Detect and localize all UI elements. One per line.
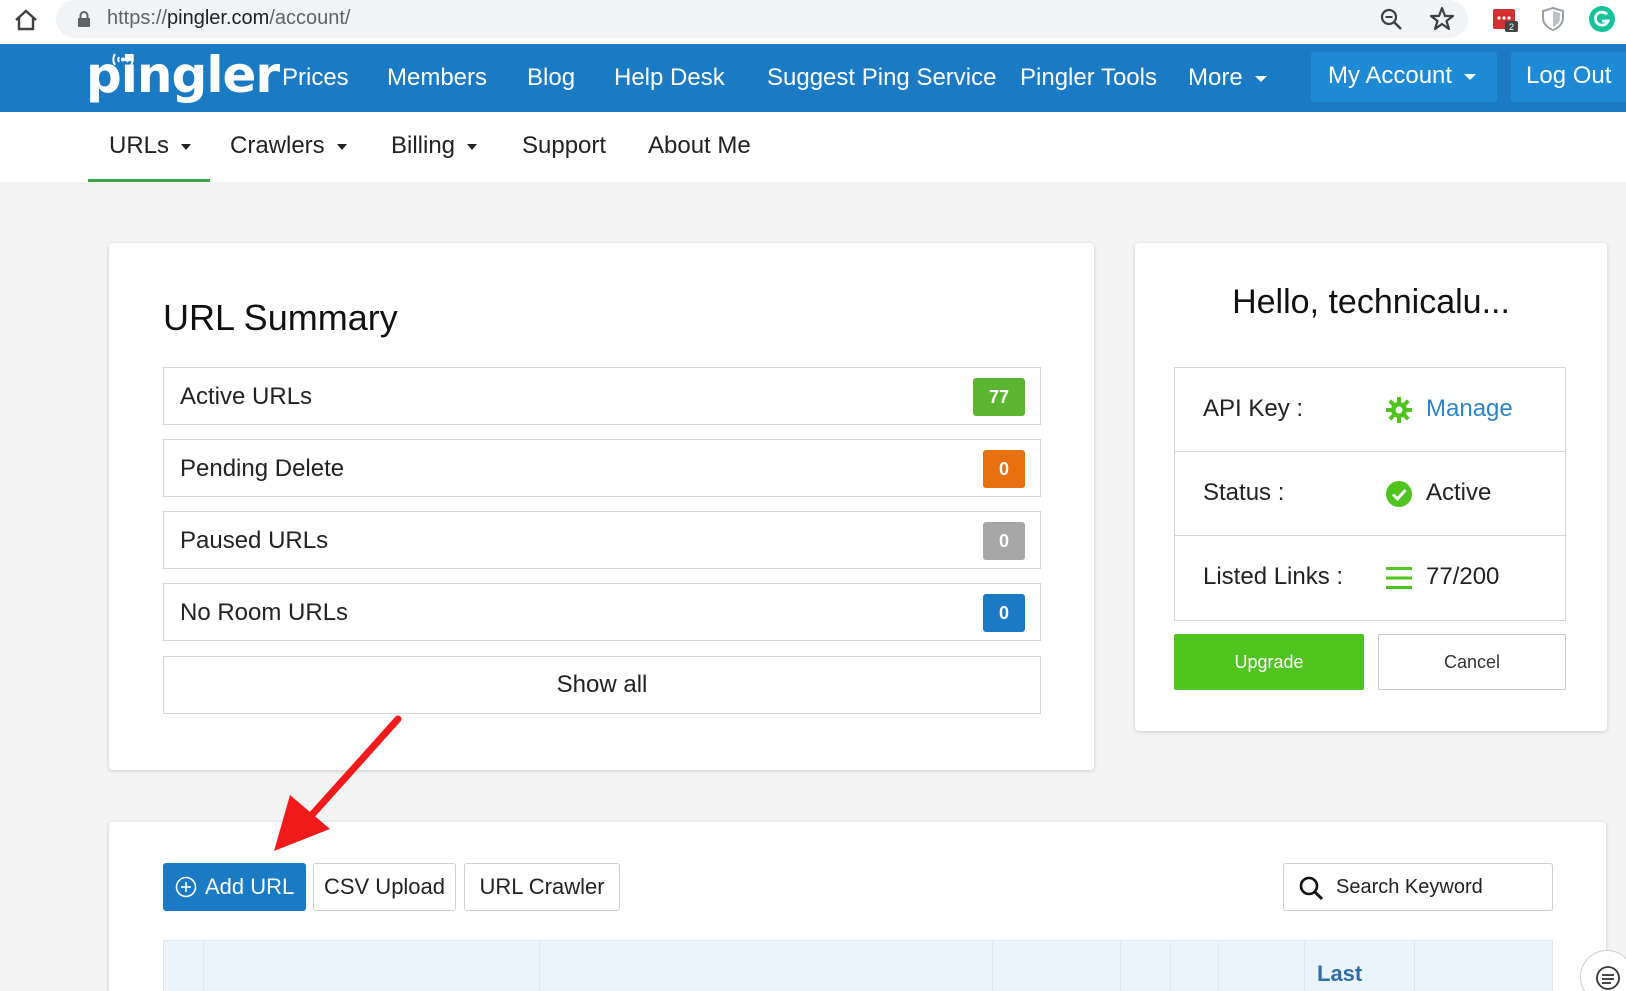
url-summary-title: URL Summary <box>163 297 398 338</box>
cancel-button[interactable]: Cancel <box>1378 634 1566 690</box>
nav-prices[interactable]: Prices <box>282 64 349 92</box>
nav-more-label: More <box>1188 64 1243 91</box>
count-badge: 77 <box>973 378 1025 416</box>
annotation-arrow <box>274 715 402 851</box>
manage-api-key-link[interactable]: Manage <box>1426 395 1513 423</box>
list-icon <box>1386 567 1412 589</box>
listed-links-value: 77/200 <box>1426 563 1500 590</box>
address-url[interactable]: https://pingler.com/account/ <box>107 7 350 30</box>
extension-badge-count: 2 <box>1509 22 1514 32</box>
nav-blog[interactable]: Blog <box>527 64 575 92</box>
summary-row-label: No Room URLs <box>180 599 349 626</box>
caret-down-icon <box>467 143 478 150</box>
chat-icon <box>1596 966 1620 990</box>
caret-down-icon <box>336 143 347 150</box>
summary-row-pending-delete[interactable]: Pending Delete 0 <box>163 439 1041 497</box>
greeting: Hello, technicalu... <box>1232 283 1510 321</box>
count-badge: 0 <box>983 522 1025 560</box>
tab-urls[interactable]: URLs <box>109 132 192 160</box>
url-scheme: https:// <box>107 7 168 29</box>
extension-shield-icon[interactable] <box>1540 6 1566 32</box>
url-summary-card: URL Summary Active URLs 77 Pending Delet… <box>109 243 1094 770</box>
sub-navbar: URLs Crawlers Billing Support About Me <box>0 112 1626 182</box>
status-value: Active <box>1426 479 1492 506</box>
tab-crawlers-label: Crawlers <box>230 132 325 159</box>
caret-down-icon <box>181 143 192 150</box>
grammarly-icon[interactable] <box>1588 5 1616 33</box>
api-key-row: API Key : Manage <box>1175 368 1565 452</box>
summary-row-label: Paused URLs <box>180 527 329 554</box>
header-col[interactable] <box>204 941 540 991</box>
account-card: Hello, technicalu... API Key : Manage St… <box>1135 243 1607 731</box>
gear-icon <box>1386 397 1412 423</box>
url-host: pingler.com <box>167 7 270 29</box>
home-icon[interactable] <box>12 6 40 34</box>
header-col[interactable] <box>1219 941 1305 991</box>
tab-crawlers[interactable]: Crawlers <box>230 132 347 160</box>
status-label: Status : <box>1203 479 1285 506</box>
listed-links-label: Listed Links : <box>1203 563 1344 590</box>
summary-row-no-room[interactable]: No Room URLs 0 <box>163 583 1041 641</box>
url-crawler-button[interactable]: URL Crawler <box>464 863 620 911</box>
account-info-table: API Key : Manage Status : Active Listed … <box>1174 367 1566 621</box>
header-col[interactable] <box>540 941 993 991</box>
summary-row-paused[interactable]: Paused URLs 0 <box>163 511 1041 569</box>
header-col[interactable] <box>1171 941 1219 991</box>
summary-row-label: Pending Delete <box>180 455 345 482</box>
plus-circle-icon <box>175 876 197 898</box>
caret-down-icon <box>1254 75 1267 82</box>
search-box <box>1283 863 1553 911</box>
logout-button[interactable]: Log Out <box>1511 52 1626 102</box>
status-row: Status : Active <box>1175 452 1565 536</box>
bookmark-star-icon[interactable] <box>1428 5 1456 33</box>
csv-upload-button[interactable]: CSV Upload <box>313 863 456 911</box>
top-navbar: pingler Prices Members Blog Help Desk Su… <box>0 44 1626 112</box>
lock-icon <box>78 11 90 27</box>
search-keyword-input[interactable] <box>1336 872 1546 902</box>
nav-pingler-tools[interactable]: Pingler Tools <box>1020 64 1157 92</box>
url-path: /account/ <box>269 7 351 29</box>
summary-row-active[interactable]: Active URLs 77 <box>163 367 1041 425</box>
check-circle-icon <box>1386 481 1412 507</box>
header-col[interactable] <box>993 941 1121 991</box>
my-account-label: My Account <box>1328 62 1453 89</box>
active-tab-indicator <box>88 179 210 182</box>
nav-members[interactable]: Members <box>387 64 487 92</box>
show-all-button[interactable]: Show all <box>163 656 1041 714</box>
nav-more[interactable]: More <box>1188 64 1267 92</box>
tab-support[interactable]: Support <box>522 132 606 160</box>
add-url-button[interactable]: Add URL <box>163 863 306 911</box>
header-last-label: Last <box>1317 961 1363 986</box>
zoom-icon[interactable] <box>1378 6 1404 32</box>
urls-table-header: Last <box>163 940 1553 991</box>
search-icon <box>1299 876 1324 901</box>
summary-row-label: Active URLs <box>180 383 313 410</box>
caret-down-icon <box>1464 73 1477 80</box>
signal-icon <box>112 53 134 66</box>
listed-links-row: Listed Links : 77/200 <box>1175 536 1565 620</box>
pingler-logo[interactable]: pingler <box>86 46 280 106</box>
tab-billing-label: Billing <box>391 132 456 159</box>
api-key-label: API Key : <box>1203 395 1304 422</box>
add-url-label: Add URL <box>205 874 295 899</box>
header-col-checkbox[interactable] <box>164 941 204 991</box>
tab-urls-label: URLs <box>109 132 170 159</box>
nav-suggest-ping-service[interactable]: Suggest Ping Service <box>767 64 996 92</box>
extension-calendar-icon[interactable]: 2 <box>1492 6 1518 32</box>
count-badge: 0 <box>983 450 1025 488</box>
my-account-button[interactable]: My Account <box>1311 52 1497 102</box>
tab-about-me[interactable]: About Me <box>648 132 751 160</box>
nav-help-desk[interactable]: Help Desk <box>614 64 725 92</box>
header-col[interactable] <box>1121 941 1171 991</box>
count-badge: 0 <box>983 594 1025 632</box>
tab-billing[interactable]: Billing <box>391 132 478 160</box>
upgrade-button[interactable]: Upgrade <box>1174 634 1364 690</box>
browser-toolbar: https://pingler.com/account/ 2 <box>0 0 1626 44</box>
